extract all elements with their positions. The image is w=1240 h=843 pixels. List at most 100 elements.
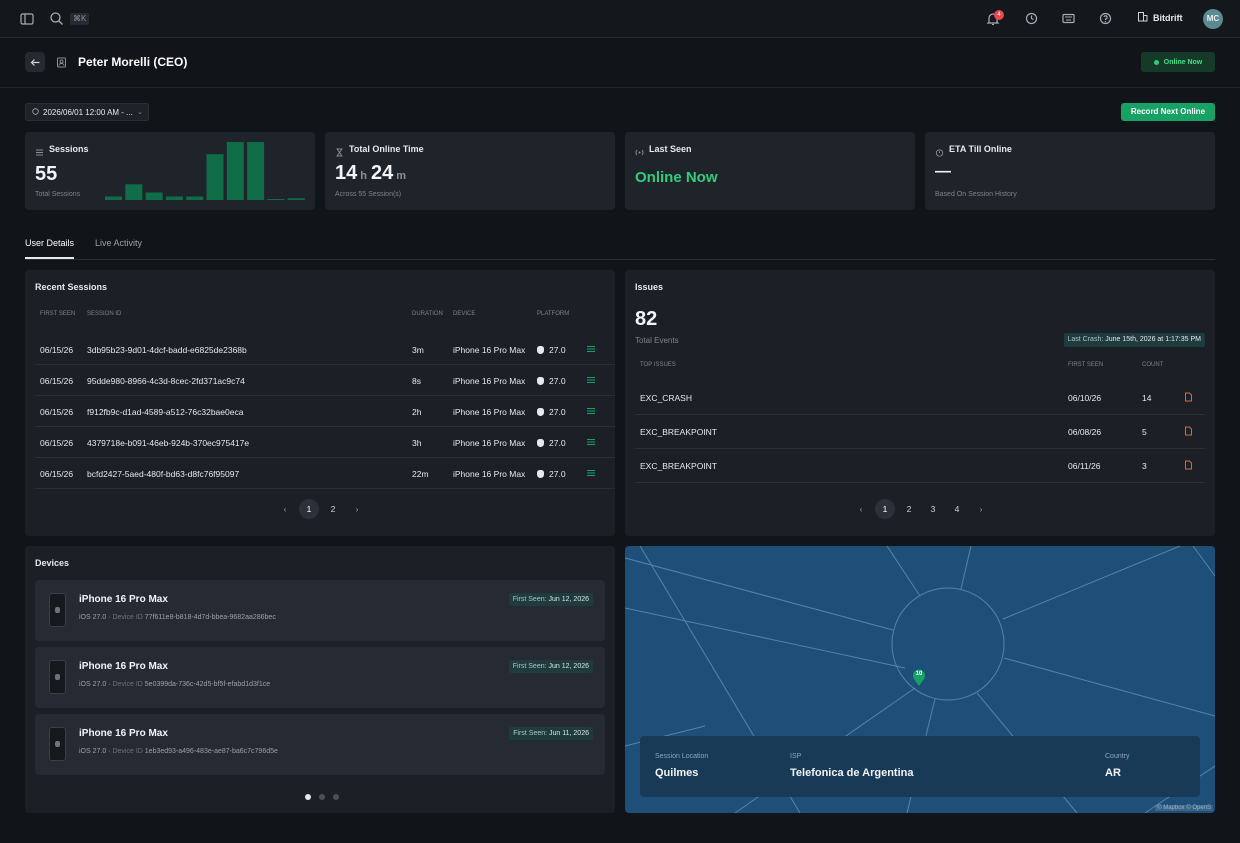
top-bar: ⌘K 4 Bitdrift MC: [0, 0, 1240, 38]
session-bar[interactable]: [165, 196, 183, 201]
timeline-icon[interactable]: [586, 375, 596, 387]
last-seen-card: Last Seen Online Now: [625, 132, 915, 210]
col-first-seen[interactable]: First Seen: [1068, 362, 1103, 368]
carousel-dot[interactable]: [305, 794, 311, 800]
session-bar[interactable]: [267, 199, 285, 200]
session-id-cell[interactable]: 3db95b23-9d01-4dcf-badd-e6825de2368b: [87, 345, 247, 355]
device-card[interactable]: iPhone 16 Pro Max iOS 27.0 · Device ID 77…: [35, 580, 605, 641]
map-attribution[interactable]: © Mapbox © OpenS: [1155, 805, 1213, 811]
col-top-issues[interactable]: Top Issues: [640, 362, 676, 368]
table-row[interactable]: 06/15/26 f912fb9c-d1ad-4589-a512-76c32bae…: [35, 396, 615, 427]
page-button[interactable]: 3: [923, 499, 943, 519]
device-card[interactable]: iPhone 16 Pro Max iOS 27.0 · Device ID 1e…: [35, 714, 605, 775]
search-icon[interactable]: [49, 11, 64, 26]
chevron-left-icon[interactable]: ‹: [275, 499, 295, 519]
timeline-icon[interactable]: [586, 437, 596, 449]
first-seen-label: First Seen:: [512, 596, 547, 603]
apple-icon: [537, 408, 544, 416]
page-button[interactable]: 2: [899, 499, 919, 519]
table-row[interactable]: 06/15/26 4379718e-b091-46eb-924b-370ec975…: [35, 427, 615, 458]
col-platform[interactable]: Platform: [537, 311, 569, 317]
table-row[interactable]: 06/15/26 3db95b23-9d01-4dcf-badd-e6825de2…: [35, 334, 615, 365]
timeline-icon[interactable]: [586, 406, 596, 418]
session-id-cell[interactable]: f912fb9c-d1ad-4589-a512-76c32bae0eca: [87, 407, 243, 417]
apple-icon: [537, 377, 544, 385]
date-range-picker[interactable]: 2026/06/01 12:00 AM - ... ⌄: [25, 103, 149, 121]
device-cell: iPhone 16 Pro Max: [453, 438, 526, 448]
file-icon[interactable]: [1184, 426, 1193, 438]
online-time-card: Total Online Time 14 h 24 m Across 55 Sessi…: [325, 132, 615, 210]
session-bar[interactable]: [125, 184, 143, 200]
table-row[interactable]: 06/15/26 bcfd2427-5aed-480f-bd63-d8fc76f9…: [35, 458, 615, 489]
issue-row[interactable]: EXC_BREAKPOINT 06/08/26 5: [635, 415, 1205, 449]
page-button[interactable]: 4: [947, 499, 967, 519]
session-bar[interactable]: [105, 196, 122, 201]
map-marker[interactable]: 10: [912, 669, 926, 687]
phone-icon: [49, 660, 66, 694]
chevron-left-icon[interactable]: ‹: [851, 499, 871, 519]
issue-name[interactable]: EXC_BREAKPOINT: [640, 427, 717, 437]
issues-panel: Issues 82 Total Events Last Crash: June …: [625, 270, 1215, 536]
session-id-cell[interactable]: 95dde980-8966-4c3d-8cec-2fd371ac9c74: [87, 376, 245, 386]
issue-row[interactable]: EXC_BREAKPOINT 06/11/26 3: [635, 449, 1205, 483]
issue-name[interactable]: EXC_BREAKPOINT: [640, 461, 717, 471]
help-icon[interactable]: [1099, 12, 1112, 25]
table-row[interactable]: 06/15/26 95dde980-8966-4c3d-8cec-2fd371ac…: [35, 365, 615, 396]
session-bar[interactable]: [206, 154, 224, 200]
apple-icon: [537, 346, 544, 354]
page-button[interactable]: 2: [323, 499, 343, 519]
file-icon[interactable]: [1184, 392, 1193, 404]
issue-count: 3: [1142, 461, 1147, 471]
col-count[interactable]: Count: [1142, 362, 1163, 368]
back-button[interactable]: [25, 52, 45, 72]
carousel-dot[interactable]: [333, 794, 339, 800]
record-next-online-button[interactable]: Record Next Online: [1121, 103, 1215, 121]
org-switcher[interactable]: Bitdrift: [1137, 11, 1183, 24]
devices-title: Devices: [35, 558, 70, 568]
col-session-id[interactable]: Session ID: [87, 311, 121, 317]
session-bar[interactable]: [145, 192, 163, 201]
session-bar[interactable]: [226, 142, 244, 200]
session-map[interactable]: 10 Session Location Quilmes ISP Telefoni…: [625, 546, 1215, 813]
col-device[interactable]: Device: [453, 311, 475, 317]
sessions-pagination: ‹ 1 2 ›: [275, 499, 367, 519]
file-icon[interactable]: [1184, 460, 1193, 472]
session-bar[interactable]: [287, 198, 305, 200]
tab-user-details[interactable]: User Details: [25, 238, 75, 259]
chevron-right-icon[interactable]: ›: [971, 499, 991, 519]
device-cell: iPhone 16 Pro Max: [453, 407, 526, 417]
apple-icon: [537, 470, 544, 478]
page-button[interactable]: 1: [875, 499, 895, 519]
col-first-seen[interactable]: First Seen: [40, 311, 75, 317]
chevron-right-icon[interactable]: ›: [347, 499, 367, 519]
clock-icon[interactable]: [1025, 12, 1038, 25]
user-badge-icon: [56, 57, 67, 68]
issue-first-seen: 06/08/26: [1068, 427, 1102, 437]
carousel-dot[interactable]: [319, 794, 325, 800]
device-meta: iOS 27.0 · Device ID 5e0399da-736c-42d5-…: [79, 681, 271, 688]
devices-panel: Devices iPhone 16 Pro Max iOS 27.0 · Devi…: [25, 546, 615, 813]
session-bar[interactable]: [247, 142, 265, 200]
col-duration[interactable]: Duration: [412, 311, 443, 317]
phone-icon: [49, 727, 66, 761]
issue-row[interactable]: EXC_CRASH 06/10/26 14: [635, 381, 1205, 415]
keyboard-icon[interactable]: [1062, 12, 1075, 25]
session-bar[interactable]: [186, 196, 204, 201]
map-info-card: Session Location Quilmes ISP Telefonica …: [640, 736, 1200, 797]
duration-cell: 8s: [412, 376, 421, 386]
avatar[interactable]: MC: [1203, 9, 1223, 29]
session-id-cell[interactable]: 4379718e-b091-46eb-924b-370ec975417e: [87, 438, 249, 448]
platform-version: 27.0: [549, 376, 566, 386]
sidebar-toggle-icon[interactable]: [20, 12, 34, 26]
device-card[interactable]: iPhone 16 Pro Max iOS 27.0 · Device ID 5e…: [35, 647, 605, 708]
tab-live-activity[interactable]: Live Activity: [95, 238, 142, 259]
timeline-icon[interactable]: [586, 468, 596, 480]
timeline-icon[interactable]: [586, 344, 596, 356]
page-button[interactable]: 1: [299, 499, 319, 519]
device-id-label: Device ID: [112, 681, 143, 688]
device-cell: iPhone 16 Pro Max: [453, 376, 526, 386]
issues-total-label: Total Events: [635, 336, 679, 345]
phone-icon: [49, 593, 66, 627]
session-id-cell[interactable]: bcfd2427-5aed-480f-bd63-d8fc76f95097: [87, 469, 239, 479]
issue-name[interactable]: EXC_CRASH: [640, 393, 692, 403]
